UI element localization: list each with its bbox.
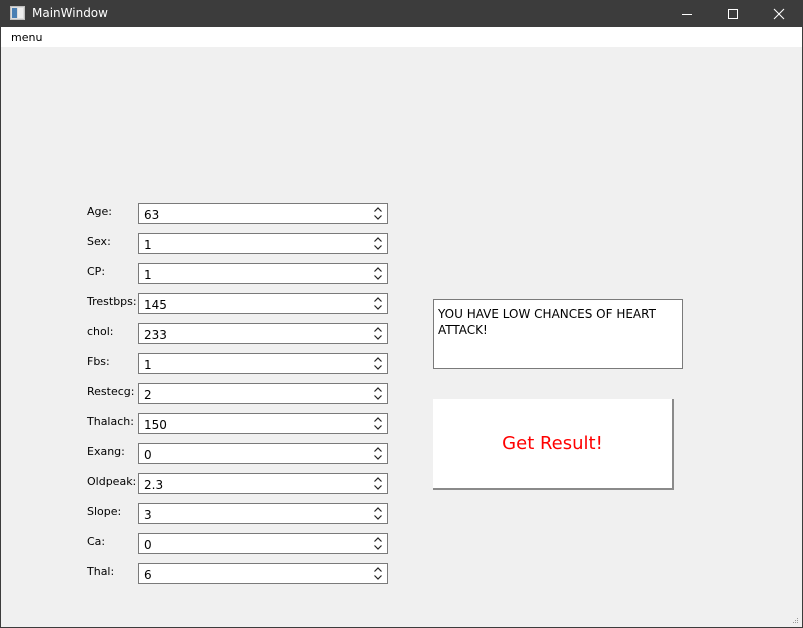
chevron-down-icon[interactable] [373, 214, 383, 221]
sex-spinbox[interactable]: 1 [138, 233, 388, 254]
chevron-up-icon[interactable] [373, 506, 383, 513]
slope-spinbox[interactable]: 3 [138, 503, 388, 524]
cp-value[interactable]: 1 [144, 268, 152, 282]
spin-arrows [370, 355, 386, 372]
exang-value[interactable]: 0 [144, 448, 152, 462]
maximize-button[interactable] [710, 1, 756, 27]
restecg-label: Restecg: [87, 385, 135, 398]
spin-arrows [370, 265, 386, 282]
trestbps-label: Trestbps: [87, 295, 137, 308]
slope-label: Slope: [87, 505, 122, 518]
chol-spinbox[interactable]: 233 [138, 323, 388, 344]
oldpeak-value[interactable]: 2.3 [144, 478, 163, 492]
slope-value[interactable]: 3 [144, 508, 152, 522]
thalach-spinbox[interactable]: 150 [138, 413, 388, 434]
chevron-down-icon[interactable] [373, 424, 383, 431]
restecg-spinbox[interactable]: 2 [138, 383, 388, 404]
chevron-up-icon[interactable] [373, 386, 383, 393]
sex-value[interactable]: 1 [144, 238, 152, 252]
menu-item-menu[interactable]: menu [11, 32, 42, 44]
chevron-down-icon[interactable] [373, 274, 383, 281]
chevron-up-icon[interactable] [373, 566, 383, 573]
fbs-value[interactable]: 1 [144, 358, 152, 372]
chol-label: chol: [87, 325, 114, 338]
sex-label: Sex: [87, 235, 111, 248]
get-result-button[interactable]: Get Result! [433, 399, 674, 490]
close-button[interactable] [756, 1, 802, 27]
menu-bar: menu [1, 27, 802, 47]
chevron-up-icon[interactable] [373, 266, 383, 273]
trestbps-value[interactable]: 145 [144, 298, 167, 312]
title-bar[interactable]: MainWindow [1, 1, 802, 27]
exang-spinbox[interactable]: 0 [138, 443, 388, 464]
resize-grip-icon[interactable] [793, 618, 799, 624]
spin-arrows [370, 235, 386, 252]
chevron-down-icon[interactable] [373, 244, 383, 251]
chol-value[interactable]: 233 [144, 328, 167, 342]
ca-spinbox[interactable]: 0 [138, 533, 388, 554]
chevron-down-icon[interactable] [373, 334, 383, 341]
chevron-down-icon[interactable] [373, 574, 383, 581]
spin-arrows [370, 505, 386, 522]
cp-spinbox[interactable]: 1 [138, 263, 388, 284]
spin-arrows [370, 415, 386, 432]
chevron-down-icon[interactable] [373, 394, 383, 401]
window-app-icon [10, 6, 25, 20]
window-title: MainWindow [32, 6, 108, 20]
chevron-up-icon[interactable] [373, 536, 383, 543]
spin-arrows [370, 475, 386, 492]
age-spinbox[interactable]: 63 [138, 203, 388, 224]
chevron-down-icon[interactable] [373, 484, 383, 491]
fbs-label: Fbs: [87, 355, 110, 368]
chevron-down-icon[interactable] [373, 514, 383, 521]
exang-label: Exang: [87, 445, 125, 458]
cp-label: CP: [87, 265, 106, 278]
chevron-up-icon[interactable] [373, 236, 383, 243]
thal-label: Thal: [87, 565, 115, 578]
trestbps-spinbox[interactable]: 145 [138, 293, 388, 314]
thalach-value[interactable]: 150 [144, 418, 167, 432]
age-value[interactable]: 63 [144, 208, 159, 222]
result-text-box[interactable]: YOU HAVE LOW CHANCES OF HEART ATTACK! [433, 299, 683, 369]
spin-arrows [370, 565, 386, 582]
ca-value[interactable]: 0 [144, 538, 152, 552]
oldpeak-label: Oldpeak: [87, 475, 137, 488]
age-label: Age: [87, 205, 112, 218]
spin-arrows [370, 325, 386, 342]
main-window: MainWindow menu Age: 63 Sex: 1 CP: 1 Trestbps:… [0, 0, 803, 628]
oldpeak-spinbox[interactable]: 2.3 [138, 473, 388, 494]
chevron-up-icon[interactable] [373, 206, 383, 213]
chevron-up-icon[interactable] [373, 416, 383, 423]
chevron-up-icon[interactable] [373, 356, 383, 363]
spin-arrows [370, 205, 386, 222]
thalach-label: Thalach: [87, 415, 134, 428]
chevron-down-icon[interactable] [373, 364, 383, 371]
chevron-up-icon[interactable] [373, 296, 383, 303]
chevron-down-icon[interactable] [373, 304, 383, 311]
chevron-down-icon[interactable] [373, 454, 383, 461]
thal-spinbox[interactable]: 6 [138, 563, 388, 584]
spin-arrows [370, 295, 386, 312]
maximize-icon [728, 9, 738, 19]
chevron-up-icon[interactable] [373, 446, 383, 453]
minimize-icon [682, 14, 692, 15]
close-icon [773, 8, 785, 20]
spin-arrows [370, 535, 386, 552]
chevron-up-icon[interactable] [373, 476, 383, 483]
ca-label: Ca: [87, 535, 106, 548]
spin-arrows [370, 385, 386, 402]
chevron-down-icon[interactable] [373, 544, 383, 551]
fbs-spinbox[interactable]: 1 [138, 353, 388, 374]
minimize-button[interactable] [664, 1, 710, 27]
chevron-up-icon[interactable] [373, 326, 383, 333]
restecg-value[interactable]: 2 [144, 388, 152, 402]
thal-value[interactable]: 6 [144, 568, 152, 582]
spin-arrows [370, 445, 386, 462]
